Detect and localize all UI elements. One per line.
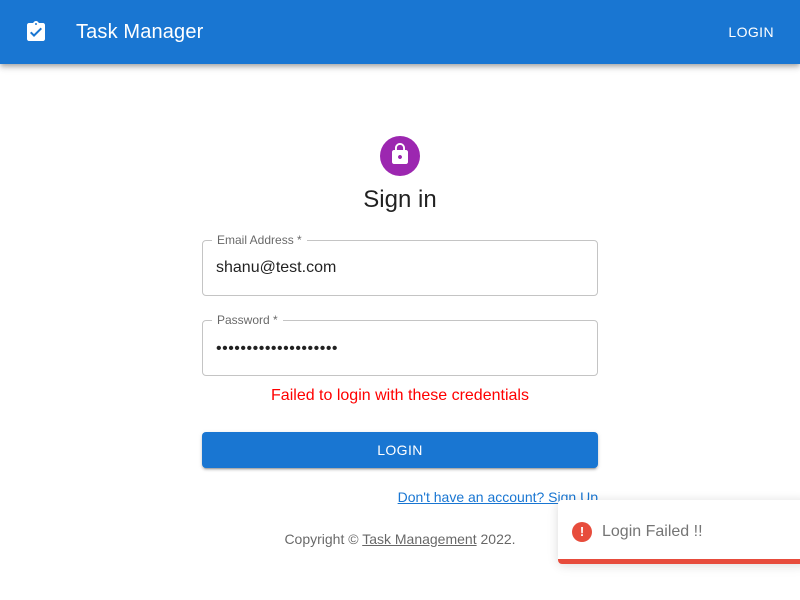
password-input[interactable]: ••••••••••••••••••••: [216, 339, 583, 359]
login-error-message: Failed to login with these credentials: [271, 387, 529, 404]
appbar-login-button[interactable]: LOGIN: [720, 17, 782, 47]
lock-icon: [388, 142, 412, 171]
login-button[interactable]: LOGIN: [202, 432, 598, 468]
email-field-label: Email Address *: [212, 233, 307, 247]
lock-avatar: [380, 136, 420, 176]
app-bar: Task Manager LOGIN: [0, 0, 800, 64]
assignment-turned-in-icon: [24, 20, 48, 44]
toast-message: Login Failed !!: [602, 523, 703, 540]
password-field-label: Password *: [212, 313, 283, 327]
password-field[interactable]: Password * ••••••••••••••••••••: [202, 313, 598, 376]
toast-progress-bar: [558, 559, 800, 564]
page-title: Sign in: [363, 186, 437, 213]
email-input[interactable]: shanu@test.com: [216, 258, 583, 278]
app-title: Task Manager: [76, 21, 204, 43]
copyright-link[interactable]: Task Management: [362, 531, 476, 547]
error-icon: !: [572, 522, 592, 542]
error-toast[interactable]: ! Login Failed !!: [558, 500, 800, 564]
email-field[interactable]: Email Address * shanu@test.com: [202, 233, 598, 296]
copyright-prefix: Copyright ©: [284, 531, 363, 547]
copyright-suffix: 2022.: [476, 531, 516, 547]
